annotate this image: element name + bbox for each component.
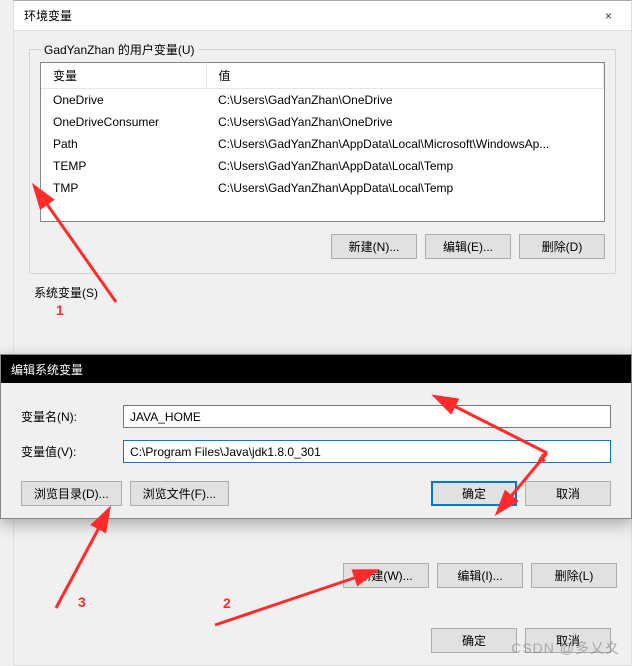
col-variable-header[interactable]: 变量 [41,63,206,89]
user-delete-button[interactable]: 删除(D) [519,234,605,259]
user-vars-table-container[interactable]: 变量 值 OneDriveC:\Users\GadYanZhan\OneDriv… [40,62,605,222]
sys-new-button[interactable]: 新建(W)... [343,563,429,588]
sys-delete-button[interactable]: 删除(L) [531,563,617,588]
user-edit-button[interactable]: 编辑(E)... [425,234,511,259]
var-value-label: 变量值(V): [21,443,101,460]
var-value-input[interactable] [123,440,611,463]
env-var-dialog: 环境变量 × GadYanZhan 的用户变量(U) 变量 值 OneDrive… [13,0,632,666]
ok-button[interactable]: 确定 [431,628,517,653]
table-row[interactable]: PathC:\Users\GadYanZhan\AppData\Local\Mi… [41,133,604,155]
user-vars-table: 变量 值 OneDriveC:\Users\GadYanZhan\OneDriv… [41,63,604,199]
modal-titlebar[interactable]: 编辑系统变量 [1,355,631,383]
browse-file-button[interactable]: 浏览文件(F)... [130,481,229,506]
dialog-title: 环境变量 [24,7,586,24]
sys-edit-button[interactable]: 编辑(I)... [437,563,523,588]
watermark: CSDN @多乂夊 [511,638,620,658]
var-name-label: 变量名(N): [21,408,101,425]
modal-cancel-button[interactable]: 取消 [525,481,611,506]
table-row[interactable]: TMPC:\Users\GadYanZhan\AppData\Local\Tem… [41,177,604,199]
system-vars-group-label: 系统变量(S) [34,284,611,301]
table-row[interactable]: OneDriveC:\Users\GadYanZhan\OneDrive [41,89,604,112]
system-vars-buttons: 新建(W)... 编辑(I)... 删除(L) [28,551,617,588]
modal-ok-button[interactable]: 确定 [431,481,517,506]
edit-system-var-dialog: 编辑系统变量 变量名(N): 变量值(V): 浏览目录(D)... 浏览文件(F… [0,354,632,519]
browse-dir-button[interactable]: 浏览目录(D)... [21,481,122,506]
col-value-header[interactable]: 值 [206,63,604,89]
close-icon[interactable]: × [586,1,631,31]
user-vars-buttons: 新建(N)... 编辑(E)... 删除(D) [40,234,605,259]
table-row[interactable]: OneDriveConsumerC:\Users\GadYanZhan\OneD… [41,111,604,133]
modal-title: 编辑系统变量 [11,361,83,378]
dialog-titlebar[interactable]: 环境变量 × [14,1,631,31]
var-name-input[interactable] [123,405,611,428]
user-vars-group-label: GadYanZhan 的用户变量(U) [40,41,199,58]
table-row[interactable]: TEMPC:\Users\GadYanZhan\AppData\Local\Te… [41,155,604,177]
user-new-button[interactable]: 新建(N)... [331,234,417,259]
user-vars-group: GadYanZhan 的用户变量(U) 变量 值 OneDriveC:\User… [29,41,616,274]
